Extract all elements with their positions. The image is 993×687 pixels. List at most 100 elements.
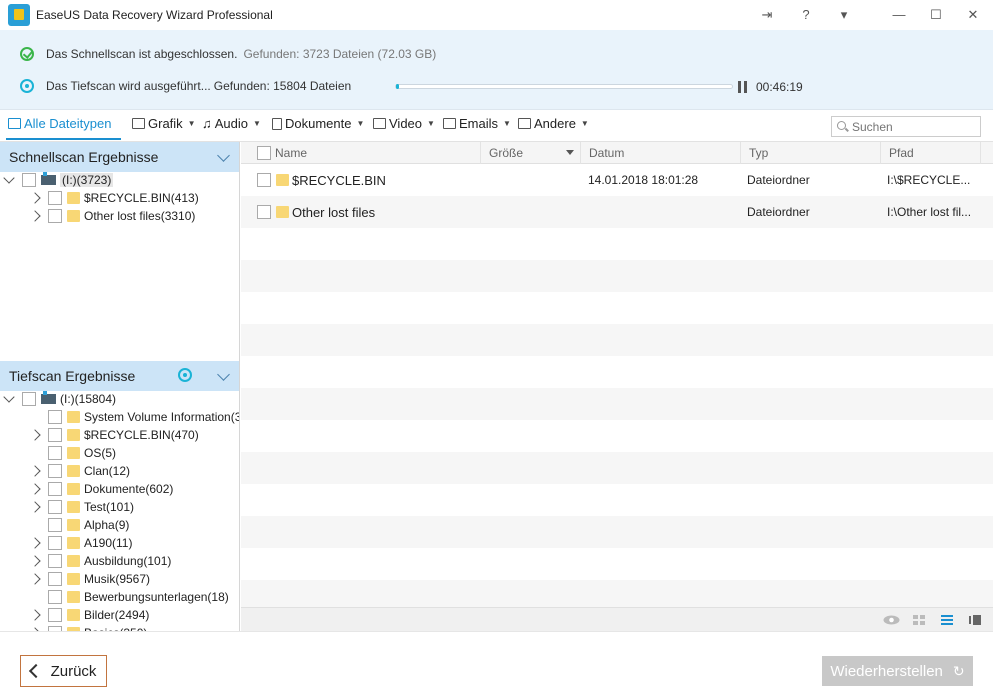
checkbox[interactable] bbox=[48, 410, 62, 424]
grid-view-icon[interactable] bbox=[913, 615, 925, 625]
back-button[interactable]: Zurück bbox=[20, 655, 107, 687]
row-checkbox[interactable] bbox=[257, 173, 271, 187]
tree-root-deep[interactable]: (I:)(15804) bbox=[3, 390, 116, 408]
recover-button[interactable]: Wiederherstellen ↻ bbox=[822, 656, 973, 686]
elapsed-time: 00:46:19 bbox=[756, 80, 803, 94]
expand-icon[interactable] bbox=[29, 192, 41, 204]
checkbox[interactable] bbox=[48, 428, 62, 442]
envelope-icon bbox=[443, 118, 456, 129]
progress-fill bbox=[396, 84, 400, 89]
tree-item[interactable]: Musik(9567) bbox=[29, 570, 150, 588]
tree-label: Ausbildung(101) bbox=[84, 554, 172, 568]
tab-grafik[interactable]: Grafik ▼ bbox=[132, 116, 196, 131]
pause-button[interactable] bbox=[738, 81, 748, 93]
tree-item[interactable]: Clan(12) bbox=[29, 462, 130, 480]
tree-item[interactable]: Bilder(2494) bbox=[29, 606, 150, 624]
tab-dokumente[interactable]: Dokumente ▼ bbox=[272, 116, 364, 131]
quick-scan-status: Das Schnellscan ist abgeschlossen. Gefun… bbox=[20, 47, 436, 61]
preview-view-icon[interactable] bbox=[969, 615, 981, 625]
tree-item[interactable]: Alpha(9) bbox=[31, 516, 129, 534]
tree-item[interactable]: Dokumente(602) bbox=[29, 480, 173, 498]
folder-icon bbox=[67, 609, 80, 621]
tab-audio[interactable]: ♫ Audio ▼ bbox=[202, 116, 261, 131]
column-name[interactable]: Name bbox=[267, 142, 481, 164]
menu-dropdown-icon[interactable]: ▾ bbox=[834, 5, 854, 25]
tree-item[interactable]: Ausbildung(101) bbox=[29, 552, 172, 570]
expand-icon[interactable] bbox=[3, 172, 15, 184]
checkbox[interactable] bbox=[48, 536, 62, 550]
tree-label: Bilder(2494) bbox=[84, 608, 150, 622]
checkbox[interactable] bbox=[48, 590, 62, 604]
tab-video[interactable]: Video ▼ bbox=[373, 116, 435, 131]
tab-label: Alle Dateitypen bbox=[24, 116, 112, 131]
results-tree-pane: Schnellscan Ergebnisse (I:)(3723) $RECYC… bbox=[0, 142, 240, 631]
chevron-down-icon: ▼ bbox=[187, 119, 196, 128]
column-path[interactable]: Pfad bbox=[881, 142, 981, 164]
sign-out-icon[interactable]: ⇥ bbox=[757, 5, 777, 25]
table-row[interactable]: Other lost files Dateiordner I:\Other lo… bbox=[241, 196, 993, 228]
tree-item[interactable]: $RECYCLE.BIN(413) bbox=[29, 189, 199, 207]
row-checkbox[interactable] bbox=[257, 205, 271, 219]
checkbox[interactable] bbox=[22, 392, 36, 406]
checkbox[interactable] bbox=[48, 209, 62, 223]
tree-item[interactable]: $RECYCLE.BIN(470) bbox=[29, 426, 199, 444]
checkbox[interactable] bbox=[48, 554, 62, 568]
expand-icon[interactable] bbox=[29, 609, 41, 621]
tree-item[interactable]: System Volume Information(3) bbox=[31, 408, 240, 426]
expand-icon[interactable] bbox=[29, 537, 41, 549]
drive-icon bbox=[41, 172, 56, 185]
expand-icon[interactable] bbox=[29, 483, 41, 495]
chevron-down-icon[interactable] bbox=[217, 368, 230, 381]
checkbox[interactable] bbox=[48, 482, 62, 496]
search-icon bbox=[837, 121, 846, 130]
recover-icon: ↻ bbox=[952, 662, 965, 679]
search-box[interactable] bbox=[831, 116, 981, 137]
tab-all-file-types[interactable]: Alle Dateitypen bbox=[8, 116, 111, 131]
tree-item[interactable]: Other lost files(3310) bbox=[29, 207, 195, 225]
tree-root-quick[interactable]: (I:)(3723) bbox=[3, 171, 114, 189]
tree-label: Alpha(9) bbox=[84, 518, 130, 532]
expand-icon[interactable] bbox=[29, 210, 41, 222]
expand-icon[interactable] bbox=[3, 391, 15, 403]
minimize-button[interactable]: — bbox=[889, 5, 909, 25]
checkbox[interactable] bbox=[22, 173, 36, 187]
empty-row bbox=[241, 452, 993, 484]
folder-icon bbox=[67, 537, 80, 549]
checkbox[interactable] bbox=[48, 608, 62, 622]
maximize-button[interactable]: ☐ bbox=[926, 5, 946, 25]
expand-icon[interactable] bbox=[29, 573, 41, 585]
tree-item[interactable]: OS(5) bbox=[31, 444, 116, 462]
expand-icon[interactable] bbox=[29, 501, 41, 513]
column-size[interactable]: Größe bbox=[481, 142, 581, 164]
tab-andere[interactable]: Andere ▼ bbox=[518, 116, 589, 131]
close-button[interactable]: ✕ bbox=[963, 5, 983, 25]
search-input[interactable] bbox=[852, 119, 972, 134]
tree-item[interactable]: A190(11) bbox=[29, 534, 132, 552]
deep-scan-results-header[interactable]: Tiefscan Ergebnisse bbox=[0, 361, 239, 391]
chevron-down-icon[interactable] bbox=[217, 149, 230, 162]
expand-icon[interactable] bbox=[29, 555, 41, 567]
tree-item[interactable]: Basics(350) bbox=[29, 624, 147, 631]
checkbox[interactable] bbox=[48, 191, 62, 205]
deep-scan-text: Das Tiefscan wird ausgeführt... bbox=[46, 79, 211, 93]
chevron-down-icon: ▼ bbox=[427, 119, 435, 128]
expand-icon[interactable] bbox=[29, 429, 41, 441]
folder-icon bbox=[276, 174, 289, 186]
column-date[interactable]: Datum bbox=[581, 142, 741, 164]
checkbox[interactable] bbox=[48, 446, 62, 460]
quick-scan-results-header[interactable]: Schnellscan Ergebnisse bbox=[0, 142, 239, 172]
tree-label: System Volume Information(3) bbox=[84, 410, 240, 424]
tree-item[interactable]: Bewerbungsunterlagen(18) bbox=[31, 588, 229, 606]
checkbox[interactable] bbox=[48, 500, 62, 514]
column-type[interactable]: Typ bbox=[741, 142, 881, 164]
list-view-icon[interactable] bbox=[941, 615, 953, 625]
tab-emails[interactable]: Emails ▼ bbox=[443, 116, 511, 131]
tree-item[interactable]: Test(101) bbox=[29, 498, 134, 516]
help-icon[interactable]: ? bbox=[796, 5, 816, 25]
eye-icon[interactable] bbox=[883, 615, 900, 625]
checkbox[interactable] bbox=[48, 572, 62, 586]
checkbox[interactable] bbox=[48, 518, 62, 532]
expand-icon[interactable] bbox=[29, 465, 41, 477]
checkbox[interactable] bbox=[48, 464, 62, 478]
table-row[interactable]: $RECYCLE.BIN 14.01.2018 18:01:28 Dateior… bbox=[241, 164, 993, 196]
